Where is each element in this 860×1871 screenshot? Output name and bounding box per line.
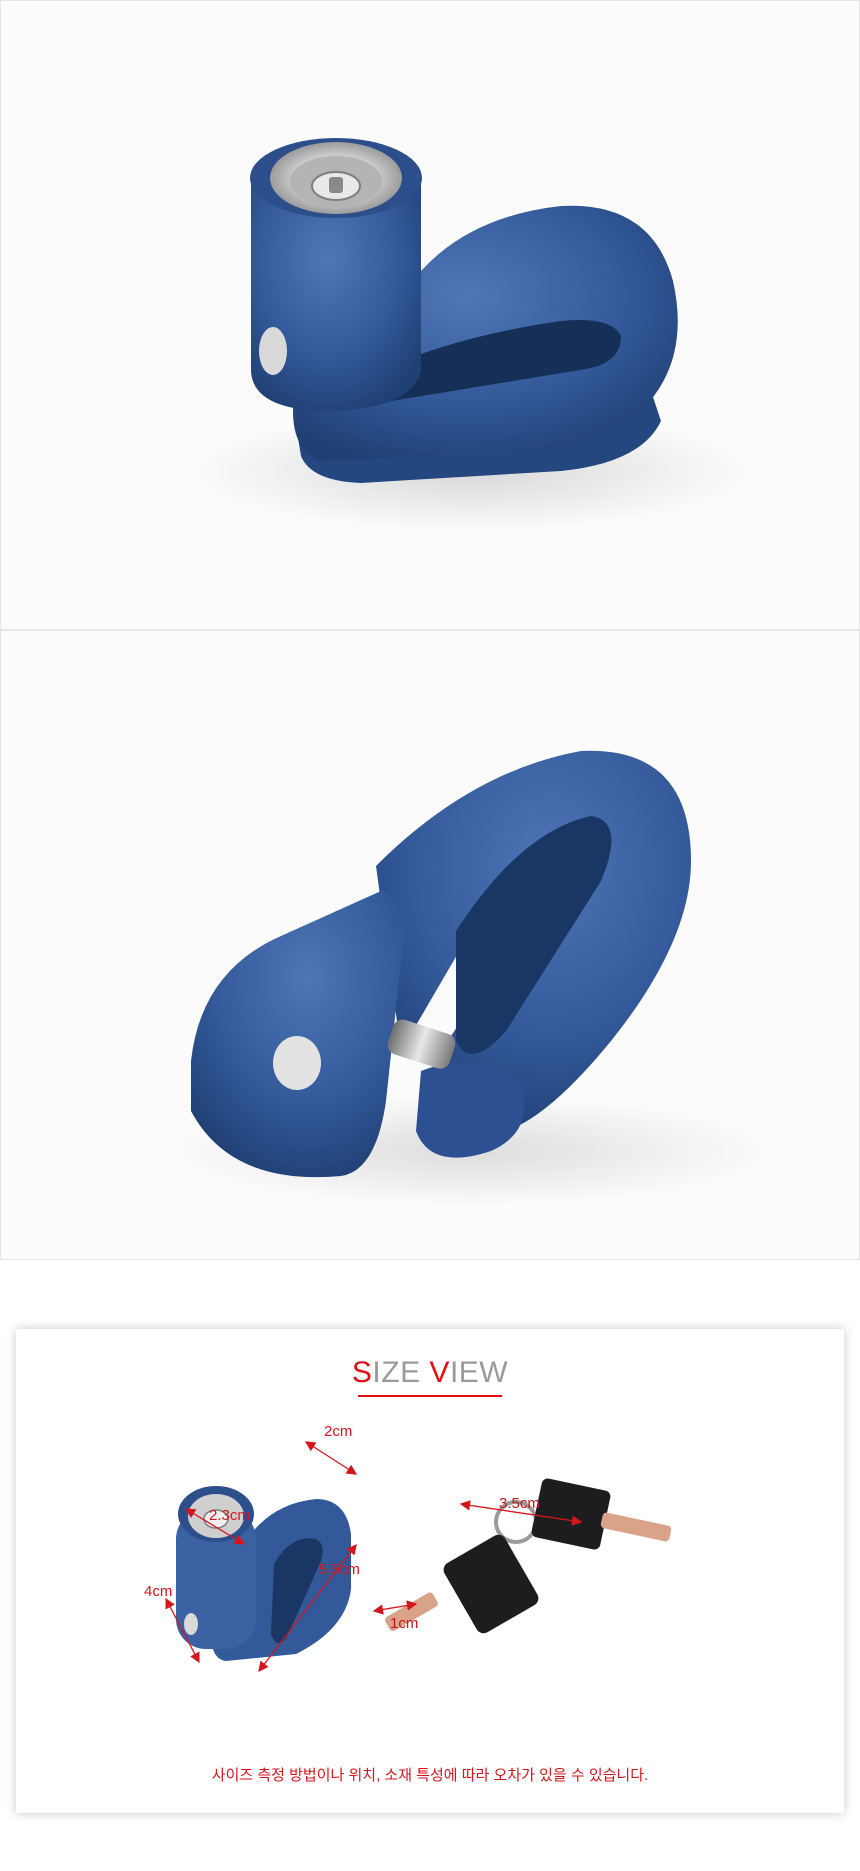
- size-diagram: [165, 1441, 672, 1673]
- dimension-height-label: 4cm: [144, 1583, 173, 1600]
- dimension-depth-label: 2cm: [324, 1423, 353, 1440]
- dimension-cylinder-label: 2.3cm: [209, 1507, 250, 1524]
- dimension-key-width-label: 1cm: [390, 1615, 419, 1632]
- product-photo-top: [0, 0, 860, 630]
- disc-lock-image-side: [171, 750, 771, 1206]
- size-notice: 사이즈 측정 방법이나 위치, 소재 특성에 따라 오차가 있을 수 있습니다.: [211, 1767, 649, 1784]
- disc-lock-image-front: [191, 138, 751, 531]
- dimension-length-label: 5.5cm: [319, 1561, 360, 1578]
- dimension-key-length-label: 3.5cm: [499, 1495, 540, 1512]
- product-photo-bottom: [0, 630, 860, 1260]
- size-view-panel: SIZE VIEW 2cm 2.3cm 5.5cm 4cm 3.5cm 1cm …: [16, 1329, 844, 1813]
